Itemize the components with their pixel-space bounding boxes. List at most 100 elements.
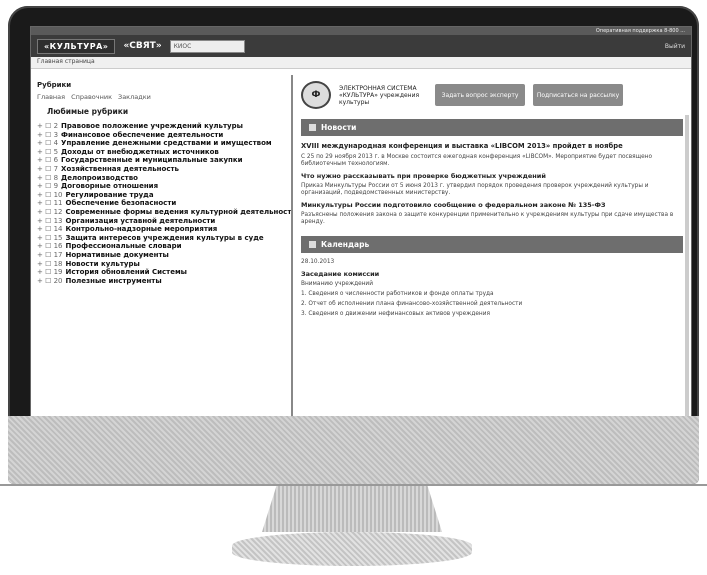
news-title[interactable]: XVIII международная конференция и выстав… <box>301 142 683 150</box>
rubric-panel: Рубрики Главная Справочник Закладки Люби… <box>31 75 293 419</box>
screen: Оперативная поддержка 8-800 ... «КУЛЬТУР… <box>30 26 692 420</box>
tree-item-label: Хозяйственная деятельность <box>61 164 179 173</box>
tab-bookmarks[interactable]: Закладки <box>118 93 151 101</box>
tree-item-label: Договорные отношения <box>61 182 159 191</box>
tree-item-label: Профессиональные словари <box>65 242 182 251</box>
system-bar: Оперативная поддержка 8-800 ... <box>31 27 691 35</box>
tree-item[interactable]: + ☐ 16 Профессиональные словари <box>37 242 285 251</box>
logout-link[interactable]: Выйти <box>665 43 685 50</box>
tree-item-prefix: + ☐ 9 <box>37 182 59 191</box>
calendar-title[interactable]: Заседание комиссии <box>301 270 683 278</box>
tree-item-label: Управление денежными средствами и имущес… <box>61 139 272 148</box>
news-headline[interactable]: Минкультуры России подготовило сообщение… <box>301 201 683 209</box>
tree-item[interactable]: + ☐ 8 Делопроизводство <box>37 174 285 183</box>
rubric-tabs: Главная Справочник Закладки <box>37 93 285 101</box>
news-text: Приказ Минкультуры России от 5 июня 2013… <box>301 183 649 196</box>
tree-item-prefix: + ☐ 20 <box>37 276 63 285</box>
tree-item-prefix: + ☐ 15 <box>37 233 63 242</box>
monitor-stand-base <box>232 532 472 566</box>
tree-item-label: Делопроизводство <box>61 173 138 182</box>
news-text: Разъяснены положения закона о защите кон… <box>301 212 674 225</box>
ask-expert-button[interactable]: Задать вопрос эксперту <box>435 84 525 106</box>
calendar-item[interactable]: 2. Отчет об исполнении плана финансово-х… <box>301 301 683 308</box>
tree-item-prefix: + ☐ 7 <box>37 164 59 173</box>
tree-item-prefix: + ☐ 17 <box>37 250 63 259</box>
tree-item-label: Полезные инструменты <box>65 276 162 285</box>
tree-item[interactable]: + ☐ 9 Договорные отношения <box>37 182 285 191</box>
tree-item[interactable]: + ☐ 12 Современные формы ведения культурн… <box>37 207 291 217</box>
tree-item[interactable]: + ☐ 13 Организация уставной деятельности <box>37 217 285 226</box>
app-subtitle: «СВЯТ» <box>123 41 162 51</box>
tree-item[interactable]: + ☐ 2 Правовое положение учреждений культ… <box>37 122 285 131</box>
tree-item-prefix: + ☐ 5 <box>37 147 59 156</box>
news-icon <box>309 124 316 131</box>
tree-item[interactable]: + ☐ 14 Контрольно-надзорные мероприятия <box>37 225 285 234</box>
main-content: Рубрики Главная Справочник Закладки Люби… <box>31 75 691 419</box>
tree-item-prefix: + ☐ 2 <box>37 122 59 130</box>
calendar-item[interactable]: 3. Сведения о движении нефинансовых акти… <box>301 311 683 318</box>
calendar-section-title: Календарь <box>321 240 370 249</box>
system-bar-text: Оперативная поддержка 8-800 ... <box>595 28 685 34</box>
tree-item[interactable]: + ☐ 15 Защита интересов учреждения культу… <box>37 234 285 243</box>
tree-item-label: Доходы от внебюджетных источников <box>61 147 219 156</box>
tree-item[interactable]: + ☐ 11 Обеспечение безопасности <box>37 199 285 208</box>
calendar-item[interactable]: 1. Сведения о численности работников и ф… <box>301 291 683 298</box>
tree-item-prefix: + ☐ 13 <box>37 216 63 225</box>
tree-item-prefix: + ☐ 8 <box>37 173 59 182</box>
app-header: «КУЛЬТУРА» «СВЯТ» КИОС Выйти <box>31 35 691 57</box>
tree-item-prefix: + ☐ 11 <box>37 199 63 208</box>
news-section-title: Новости <box>321 123 357 132</box>
tree-item-prefix: + ☐ 10 <box>37 190 63 199</box>
news-section-header: Новости <box>301 119 683 136</box>
monitor-edge <box>0 484 707 486</box>
info-header: Ф ЭЛЕКТРОННАЯ СИСТЕМА «КУЛЬТУРА» учрежде… <box>301 81 683 109</box>
scrollbar[interactable] <box>685 115 689 419</box>
tree-item[interactable]: + ☐ 4 Управление денежными средствами и и… <box>37 139 285 148</box>
tree-item-label: Финансовое обеспечение деятельности <box>61 130 224 139</box>
tree-item-prefix: + ☐ 6 <box>37 156 59 165</box>
tree-item-label: Нормативные документы <box>65 250 169 259</box>
tab-reference[interactable]: Справочник <box>71 93 112 101</box>
tree-item-prefix: + ☐ 4 <box>37 139 59 148</box>
calendar-section-header: Календарь <box>301 236 683 253</box>
monitor-chin <box>8 416 699 484</box>
tree-item[interactable]: + ☐ 18 Новости культуры <box>37 260 285 269</box>
news-headline[interactable]: Что нужно рассказывать при проверке бюдж… <box>301 172 683 180</box>
emblem-icon: Ф <box>301 81 331 109</box>
breadcrumb[interactable]: Главная страница <box>31 57 691 69</box>
tree-item-label: Обеспечение безопасности <box>65 199 177 208</box>
tree-item[interactable]: + ☐ 3 Финансовое обеспечение деятельности <box>37 131 285 140</box>
search-input[interactable]: КИОС <box>169 39 245 53</box>
tree-item-label: Государственные и муниципальные закупки <box>61 156 243 165</box>
app-logo[interactable]: «КУЛЬТУРА» <box>37 38 116 54</box>
tree-item[interactable]: + ☐ 17 Нормативные документы <box>37 251 285 260</box>
tree-item-label: Контрольно-надзорные мероприятия <box>65 225 218 234</box>
tab-main[interactable]: Главная <box>37 93 65 101</box>
calendar-icon <box>309 241 316 248</box>
subscribe-button[interactable]: Подписаться на рассылку <box>533 84 623 106</box>
tree-item-label: Новости культуры <box>65 259 140 268</box>
tree-item-label: Правовое положение учреждений культуры <box>61 122 243 130</box>
monitor-frame: Оперативная поддержка 8-800 ... «КУЛЬТУР… <box>8 6 699 484</box>
tree-item-prefix: + ☐ 14 <box>37 225 63 234</box>
tree-item-prefix: + ☐ 3 <box>37 130 59 139</box>
tree-item[interactable]: + ☐ 20 Полезные инструменты <box>37 277 285 286</box>
info-panel: Ф ЭЛЕКТРОННАЯ СИСТЕМА «КУЛЬТУРА» учрежде… <box>293 75 691 419</box>
calendar-subtitle: Вниманию учреждений <box>301 281 373 287</box>
favorites-heading[interactable]: Любимые рубрики <box>47 107 285 116</box>
tree-item-prefix: + ☐ 16 <box>37 242 63 251</box>
tree-item[interactable]: + ☐ 6 Государственные и муниципальные зак… <box>37 156 285 165</box>
tree-item[interactable]: + ☐ 10 Регулирование труда <box>37 191 285 200</box>
calendar-date: 28.10.2013 <box>301 259 335 265</box>
tree-item-label: Защита интересов учреждения культуры в с… <box>65 233 264 242</box>
rubric-tree: + ☐ 2 Правовое положение учреждений культ… <box>37 122 291 286</box>
tree-item-label: Современные формы ведения культурной дея… <box>65 207 293 216</box>
org-text: ЭЛЕКТРОННАЯ СИСТЕМА «КУЛЬТУРА» учреждени… <box>339 84 420 106</box>
tree-item[interactable]: + ☐ 7 Хозяйственная деятельность <box>37 165 285 174</box>
tree-item-prefix: + ☐ 12 <box>37 207 63 216</box>
tree-item-prefix: + ☐ 18 <box>37 259 63 268</box>
tree-item[interactable]: + ☐ 5 Доходы от внебюджетных источников <box>37 148 285 157</box>
tree-item-label: История обновлений Системы <box>65 268 188 277</box>
tree-item-prefix: + ☐ 19 <box>37 268 63 277</box>
tree-item[interactable]: + ☐ 19 История обновлений Системы <box>37 268 285 277</box>
